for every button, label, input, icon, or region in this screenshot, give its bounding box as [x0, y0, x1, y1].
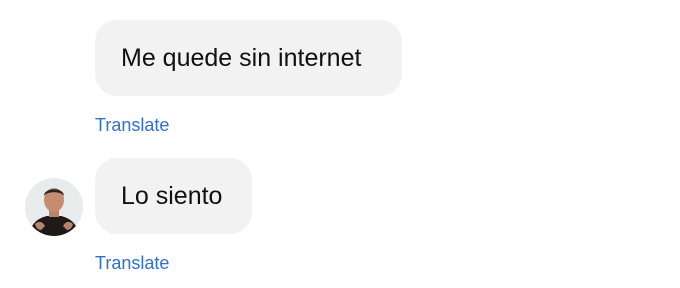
translate-link[interactable]: Translate	[95, 114, 169, 136]
message-bubble[interactable]: Lo siento	[95, 158, 252, 234]
person-avatar-icon	[25, 178, 83, 236]
message-bubble[interactable]: Me quede sin internet	[95, 20, 402, 96]
translate-link[interactable]: Translate	[95, 252, 169, 274]
avatar[interactable]	[25, 178, 83, 236]
message-text: Lo siento	[121, 182, 223, 210]
message-text: Me quede sin internet	[121, 44, 362, 72]
